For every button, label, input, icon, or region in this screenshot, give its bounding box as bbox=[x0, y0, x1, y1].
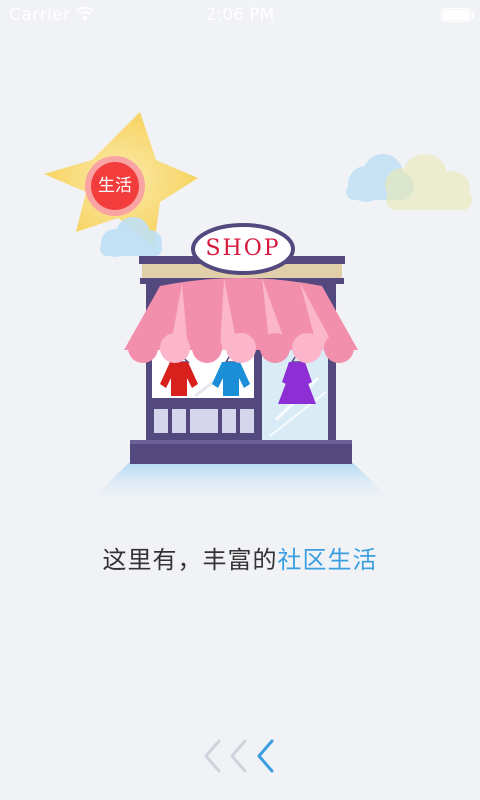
chevron-left-icon bbox=[204, 739, 221, 773]
tagline: 这里有，丰富的社区生活 bbox=[0, 540, 480, 575]
chevron-left-icon bbox=[257, 739, 274, 773]
tagline-prefix: 这里有，丰富的 bbox=[102, 546, 278, 574]
shop-illustration: 生活 SHOP bbox=[0, 0, 480, 520]
chevron-left-icon bbox=[230, 739, 247, 773]
shop-sign-label: SHOP bbox=[205, 236, 281, 261]
sun-badge-label: 生活 bbox=[98, 176, 132, 196]
tagline-highlight: 社区生活 bbox=[277, 546, 378, 574]
page-indicator[interactable] bbox=[200, 738, 284, 774]
